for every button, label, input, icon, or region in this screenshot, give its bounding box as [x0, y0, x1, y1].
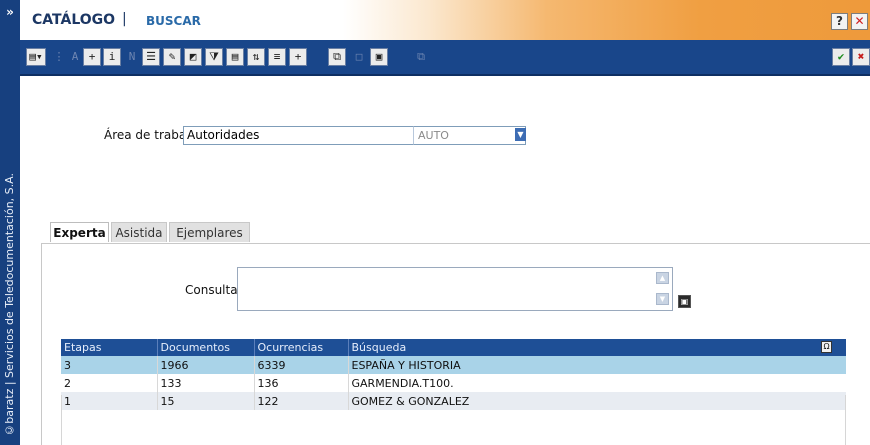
- copyright-text: ©baratz | Servicios de Teledocumentación…: [3, 173, 16, 437]
- menu-button[interactable]: ▤▾: [26, 48, 46, 66]
- title-bar: CATÁLOGO | BUSCAR ? ✕: [20, 0, 870, 40]
- view-button[interactable]: ▤: [226, 48, 244, 66]
- filter-button[interactable]: ⧩: [205, 48, 223, 66]
- plus-button[interactable]: +: [289, 48, 307, 66]
- work-area-code: AUTO: [413, 126, 526, 145]
- cell-busqueda: ESPAÑA Y HISTORIA: [348, 356, 846, 374]
- toolbar: ▤▾ ⋮ A + i N ☰ ✎ ◩ ⧩ ▤ ⇅ ≡ + ⧉ □ ▣ ⧉ ✔ ✖: [20, 40, 870, 76]
- title-separator: |: [122, 11, 127, 27]
- column-header-label: Búsqueda: [351, 341, 407, 354]
- tab-asistida[interactable]: Asistida: [111, 222, 167, 242]
- table-header-row: Etapas Documentos Ocurrencias Búsqueda Ω: [61, 339, 846, 356]
- column-header[interactable]: Etapas: [61, 339, 158, 356]
- column-header[interactable]: Búsqueda Ω: [348, 339, 846, 356]
- scroll-down-icon[interactable]: ▼: [656, 293, 669, 305]
- module-title: CATÁLOGO: [32, 12, 116, 28]
- record-button[interactable]: ◩: [184, 48, 202, 66]
- column-settings-icon[interactable]: Ω: [821, 341, 832, 353]
- results-table-empty-area: [61, 395, 846, 445]
- column-header[interactable]: Ocurrencias: [254, 339, 349, 356]
- cell-etapas: 3: [61, 356, 158, 374]
- delete-query-icon[interactable]: ▣: [678, 295, 691, 308]
- cancel-button[interactable]: ✖: [852, 48, 870, 66]
- cell-ocurrencias: 136: [254, 374, 349, 392]
- index-button[interactable]: ≡: [268, 48, 286, 66]
- list-button[interactable]: ☰: [142, 48, 160, 66]
- info-button[interactable]: i: [103, 48, 121, 66]
- disabled-button-4: ⧉: [417, 50, 425, 63]
- consultas-textarea[interactable]: [237, 267, 673, 311]
- close-button[interactable]: ✕: [851, 13, 868, 30]
- disabled-button-2: N: [128, 50, 136, 63]
- copy-button[interactable]: ⧉: [328, 48, 346, 66]
- consultas-label: Consultas: [185, 283, 244, 297]
- help-button[interactable]: ?: [831, 13, 848, 30]
- table-row[interactable]: 3 1966 6339 ESPAÑA Y HISTORIA: [61, 356, 846, 374]
- font-button: A: [71, 50, 79, 63]
- disabled-button-3: □: [355, 50, 363, 63]
- paste-button[interactable]: ▣: [370, 48, 388, 66]
- scroll-up-icon[interactable]: ▲: [656, 272, 669, 284]
- tab-ejemplares[interactable]: Ejemplares: [169, 222, 250, 242]
- expand-arrow-icon[interactable]: »: [0, 5, 20, 19]
- table-row[interactable]: 2 133 136 GARMENDIA.T100.: [61, 374, 846, 392]
- sort-button[interactable]: ⇅: [247, 48, 265, 66]
- add-field-button[interactable]: +: [83, 48, 101, 66]
- side-strip: » ©baratz | Servicios de Teledocumentaci…: [0, 0, 20, 445]
- tab-experta[interactable]: Experta: [50, 222, 109, 242]
- section-title: BUSCAR: [146, 14, 201, 28]
- cell-documentos: 1966: [157, 356, 255, 374]
- accept-button[interactable]: ✔: [832, 48, 850, 66]
- chevron-down-icon[interactable]: ▼: [515, 128, 526, 141]
- cell-ocurrencias: 6339: [254, 356, 349, 374]
- cell-etapas: 2: [61, 374, 158, 392]
- main-panel: CATÁLOGO | BUSCAR ? ✕ ▤▾ ⋮ A + i N ☰ ✎ ◩…: [20, 0, 870, 445]
- edit-button[interactable]: ✎: [163, 48, 181, 66]
- column-header[interactable]: Documentos: [157, 339, 255, 356]
- cell-busqueda: GARMENDIA.T100.: [348, 374, 846, 392]
- cell-documentos: 133: [157, 374, 255, 392]
